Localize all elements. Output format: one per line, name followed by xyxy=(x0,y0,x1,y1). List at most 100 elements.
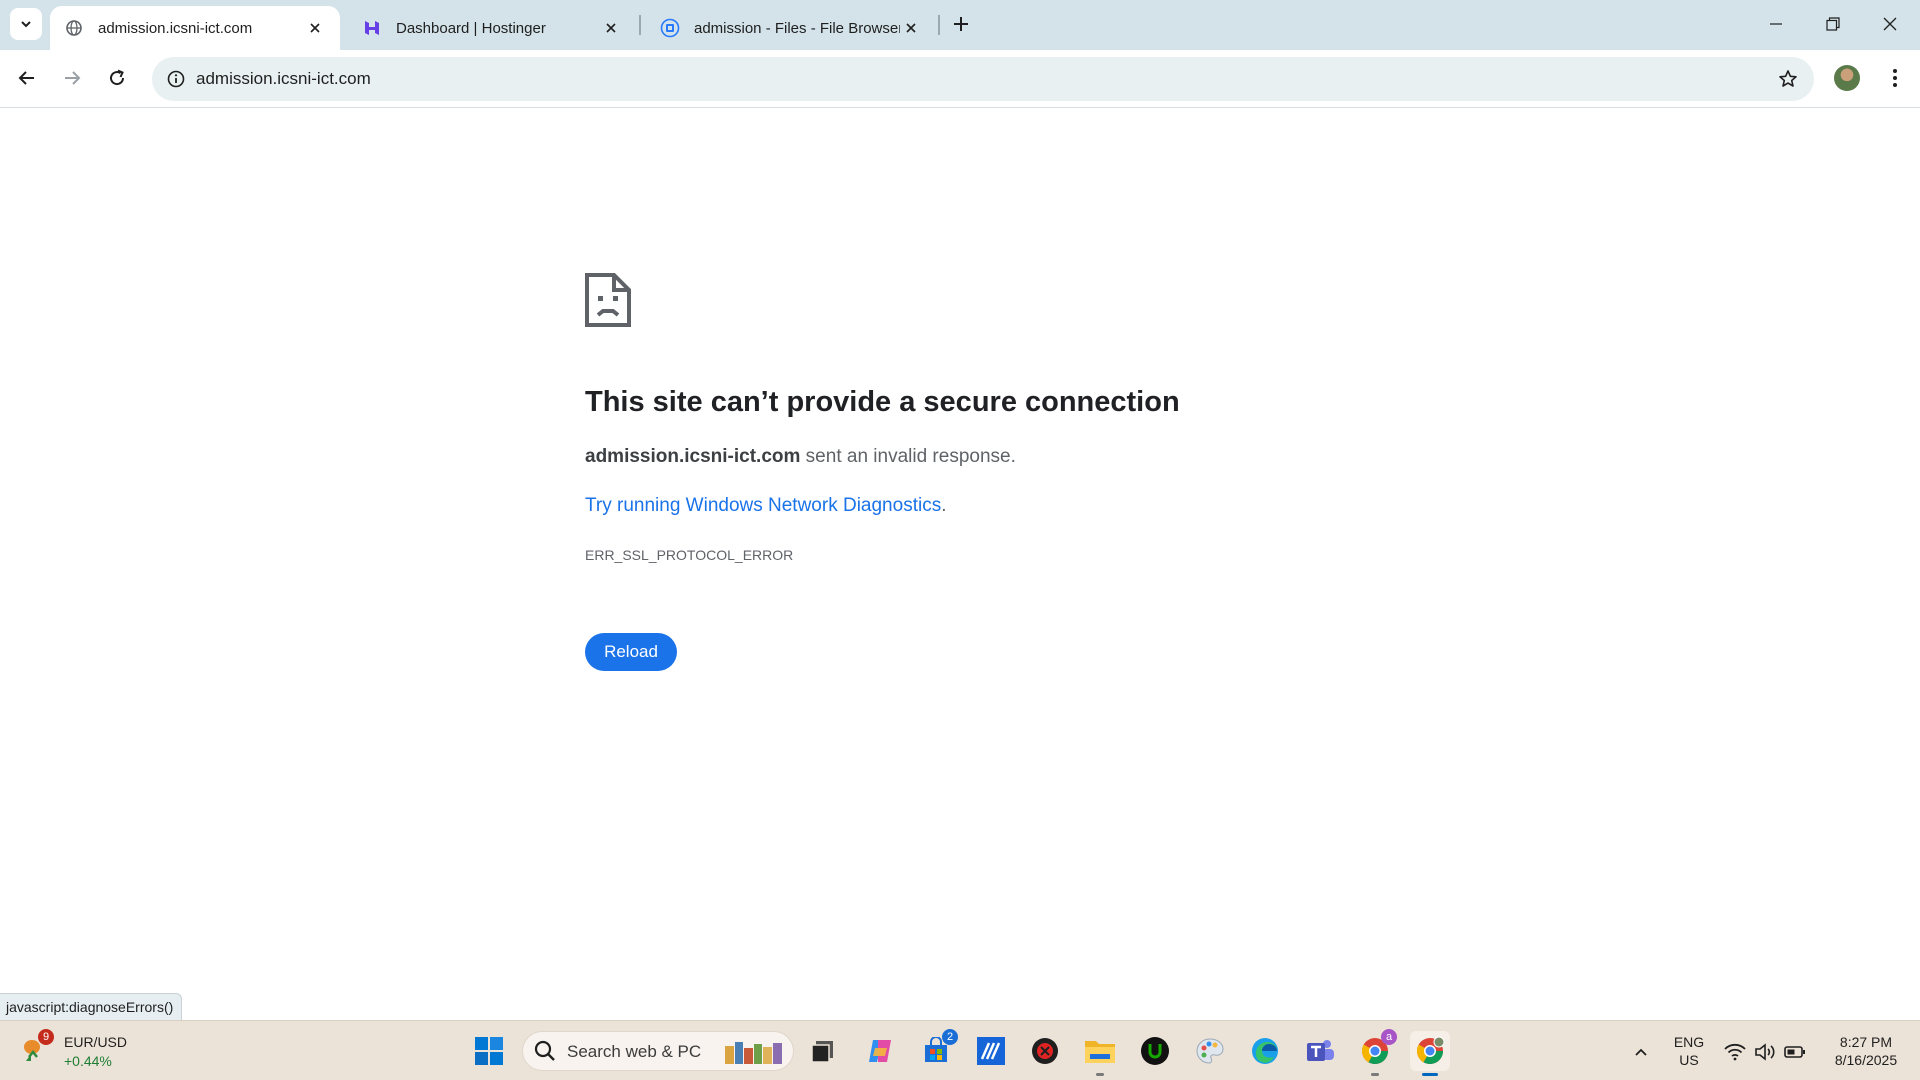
file-explorer-button[interactable] xyxy=(1080,1031,1120,1076)
teams-icon xyxy=(1307,1040,1334,1061)
language-code: ENG xyxy=(1673,1034,1705,1050)
close-icon[interactable] xyxy=(900,17,922,39)
globe-icon xyxy=(64,18,84,38)
site-info-button[interactable] xyxy=(160,63,192,95)
error-title: This site can’t provide a secure connect… xyxy=(585,386,1180,418)
chrome-profile-badge: a xyxy=(1381,1029,1397,1045)
weather-finance-widget[interactable]: 9 EUR/USD +0.44% xyxy=(22,1029,142,1073)
close-window-button[interactable] xyxy=(1872,6,1908,42)
wifi-icon[interactable] xyxy=(1724,1041,1746,1063)
palette-icon xyxy=(1196,1038,1224,1064)
error-description: admission.icsni-ict.com sent an invalid … xyxy=(585,446,1016,468)
battery-icon[interactable] xyxy=(1784,1041,1806,1063)
chrome-active-button[interactable] xyxy=(1410,1031,1450,1076)
broken-page-icon xyxy=(585,273,631,327)
running-indicator xyxy=(1371,1073,1379,1076)
diagnostics-line: Try running Windows Network Diagnostics. xyxy=(585,495,946,517)
clock-date: 8/16/2025 xyxy=(1834,1052,1898,1068)
teams-button[interactable] xyxy=(1300,1031,1340,1071)
copilot-button[interactable] xyxy=(860,1031,900,1071)
taskbar-search[interactable]: Search web & PC xyxy=(522,1031,794,1071)
restore-button[interactable] xyxy=(1815,6,1851,42)
reload-button[interactable]: Reload xyxy=(585,633,677,671)
chevron-up-icon xyxy=(1635,1048,1647,1056)
search-placeholder: Search web & PC xyxy=(567,1042,702,1061)
red-app-button[interactable] xyxy=(1025,1031,1065,1071)
menu-button[interactable] xyxy=(1880,63,1910,93)
search-icon xyxy=(534,1040,555,1061)
tab-title: Dashboard | Hostinger xyxy=(396,19,546,37)
tab-title: admission.icsni-ict.com xyxy=(98,19,253,37)
app-a-icon xyxy=(977,1037,1005,1065)
tab-strip: admission.icsni-ict.com Dashboard | Host… xyxy=(0,0,1920,50)
tab-separator xyxy=(639,15,641,35)
upwork-icon xyxy=(1141,1037,1169,1065)
windows-logo-icon xyxy=(475,1037,503,1065)
clock[interactable]: 8:27 PM 8/16/2025 xyxy=(1820,1033,1912,1069)
tab-title: admission - Files - File Browser xyxy=(694,19,900,37)
back-button[interactable] xyxy=(10,61,44,95)
language-indicator[interactable]: ENG US xyxy=(1664,1033,1714,1069)
bookmark-star-button[interactable] xyxy=(1776,67,1800,91)
forward-button[interactable] xyxy=(55,61,89,95)
widget-name: EUR/USD xyxy=(64,1034,128,1050)
arrow-right-icon xyxy=(65,71,81,85)
error-code: ERR_SSL_PROTOCOL_ERROR xyxy=(585,547,794,563)
minimize-button[interactable] xyxy=(1758,6,1794,42)
status-bubble: javascript:diagnoseErrors() xyxy=(0,993,183,1020)
diagnostics-period: . xyxy=(941,495,947,516)
copilot-icon xyxy=(869,1040,891,1062)
clock-time: 8:27 PM xyxy=(1839,1034,1893,1050)
task-view-icon xyxy=(811,1041,833,1063)
address-bar[interactable]: admission.icsni-ict.com xyxy=(152,57,1814,101)
more-vertical-icon xyxy=(1893,69,1897,87)
star-icon xyxy=(1779,70,1797,87)
error-description-text: sent an invalid response. xyxy=(800,446,1016,467)
url-text[interactable]: admission.icsni-ict.com xyxy=(196,69,371,89)
store-badge: 2 xyxy=(942,1029,958,1045)
browser-toolbar: admission.icsni-ict.com xyxy=(0,50,1920,108)
chrome-icon xyxy=(1416,1036,1445,1065)
widget-badge: 9 xyxy=(38,1029,54,1045)
volume-icon[interactable] xyxy=(1754,1041,1776,1063)
close-icon[interactable] xyxy=(304,17,326,39)
tab-active[interactable]: admission.icsni-ict.com xyxy=(50,6,340,50)
plus-icon xyxy=(954,17,968,31)
running-indicator xyxy=(1096,1073,1104,1076)
folder-icon xyxy=(1085,1041,1115,1063)
error-host: admission.icsni-ict.com xyxy=(585,446,801,467)
close-icon[interactable] xyxy=(600,17,622,39)
microsoft-store-button[interactable]: 2 xyxy=(916,1029,958,1071)
reload-toolbar-button[interactable] xyxy=(100,61,134,95)
restore-icon xyxy=(1826,17,1840,31)
language-region: US xyxy=(1679,1052,1699,1068)
tab-hostinger[interactable]: Dashboard | Hostinger xyxy=(348,6,636,50)
new-tab-button[interactable] xyxy=(948,11,974,37)
close-icon xyxy=(1883,17,1897,31)
refresh-icon xyxy=(110,69,125,86)
shield-app-icon xyxy=(1032,1038,1058,1064)
start-button[interactable] xyxy=(469,1031,509,1071)
diagnostics-link[interactable]: Try running Windows Network Diagnostics xyxy=(585,495,941,516)
show-hidden-icons-button[interactable] xyxy=(1630,1041,1652,1063)
arrow-left-icon xyxy=(18,71,34,85)
paint-button[interactable] xyxy=(1190,1031,1230,1071)
task-view-button[interactable] xyxy=(803,1031,843,1071)
tab-file-browser[interactable]: admission - Files - File Browser xyxy=(646,6,936,50)
info-icon xyxy=(167,70,185,88)
tab-search-button[interactable] xyxy=(10,8,42,40)
app-launcher-button[interactable] xyxy=(971,1031,1011,1071)
upwork-button[interactable] xyxy=(1135,1031,1175,1071)
edge-button[interactable] xyxy=(1245,1031,1285,1071)
widget-change: +0.44% xyxy=(64,1053,112,1069)
active-indicator xyxy=(1422,1073,1438,1076)
edge-icon xyxy=(1252,1038,1278,1064)
file-browser-icon xyxy=(660,18,680,38)
chevron-down-icon xyxy=(21,21,31,28)
chrome-profile-button[interactable]: a xyxy=(1355,1029,1397,1076)
profile-avatar[interactable] xyxy=(1834,65,1860,91)
hostinger-icon xyxy=(362,18,382,38)
search-highlight-icon xyxy=(725,1042,782,1064)
tab-separator xyxy=(938,15,940,35)
taskbar: 9 EUR/USD +0.44% Search web & PC 2 a ENG… xyxy=(0,1020,1920,1080)
